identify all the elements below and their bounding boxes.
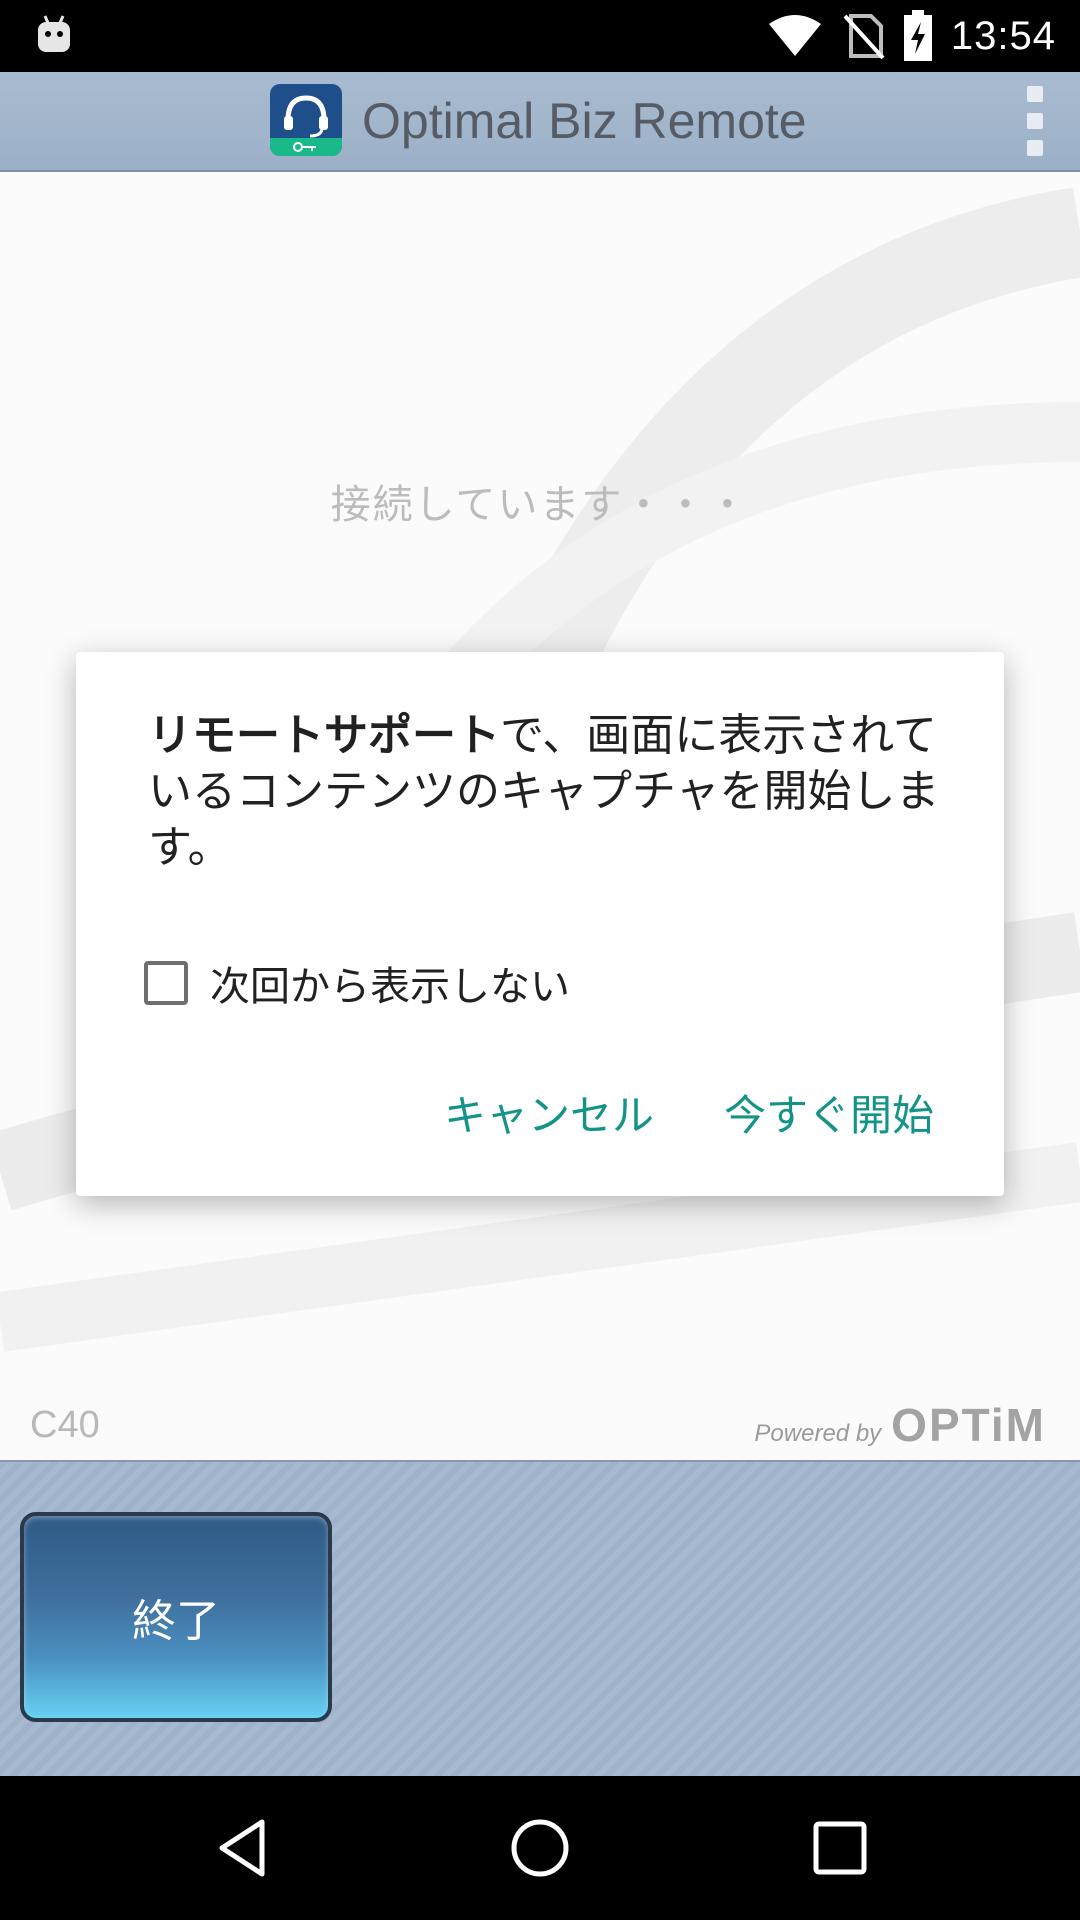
connecting-status: 接続しています・・・ xyxy=(330,482,750,528)
powered-by-label: Powered by xyxy=(754,1420,882,1447)
app-logo xyxy=(270,84,342,156)
no-sim-icon xyxy=(843,14,885,60)
status-bar: 13:54 xyxy=(0,0,1080,72)
capture-dialog: リモートサポートで、画面に表示されているコンテンツのキャプチャを開始します。 次… xyxy=(76,652,1004,1196)
battery-charging-icon xyxy=(903,10,932,61)
optim-logo: OPTiM xyxy=(891,1399,1046,1451)
dont-show-again-checkbox[interactable] xyxy=(144,961,188,1005)
start-now-button[interactable]: 今すぐ開始 xyxy=(724,1082,934,1143)
dialog-message-app: リモートサポート xyxy=(148,710,500,761)
status-icons: 13:54 xyxy=(767,0,1056,72)
app-bar: Optimal Biz Remote xyxy=(0,72,1080,172)
status-time: 13:54 xyxy=(950,13,1056,58)
bottom-panel: 終了 xyxy=(0,1460,1080,1776)
menu-dot xyxy=(1027,86,1043,102)
cancel-button[interactable]: キャンセル xyxy=(444,1082,654,1143)
menu-dot xyxy=(1027,113,1043,129)
back-icon[interactable] xyxy=(206,1812,278,1884)
wifi-icon xyxy=(768,15,821,56)
overflow-menu-icon[interactable] xyxy=(1020,86,1050,156)
dialog-actions: キャンセル 今すぐ開始 xyxy=(444,1082,934,1143)
navigation-bar xyxy=(0,1776,1080,1920)
app-title: Optimal Biz Remote xyxy=(362,93,807,149)
screen: 13:54 Optimal Biz Remote 接続しています・・・ C40 … xyxy=(0,0,1080,1920)
dialog-message: リモートサポートで、画面に表示されているコンテンツのキャプチャを開始します。 xyxy=(148,708,948,876)
logo-key-strip xyxy=(270,138,342,156)
menu-dot xyxy=(1027,140,1043,156)
version-label: C40 xyxy=(30,1404,100,1446)
key-icon xyxy=(293,142,316,152)
dont-show-again-label[interactable]: 次回から表示しない xyxy=(210,954,570,1012)
powered-by: Powered by OPTiM xyxy=(754,1398,1046,1452)
recents-icon[interactable] xyxy=(804,1812,876,1884)
end-button[interactable]: 終了 xyxy=(20,1512,332,1722)
android-icon xyxy=(38,15,70,52)
dont-show-again-row[interactable]: 次回から表示しない xyxy=(144,954,570,1012)
home-icon[interactable] xyxy=(504,1812,576,1884)
